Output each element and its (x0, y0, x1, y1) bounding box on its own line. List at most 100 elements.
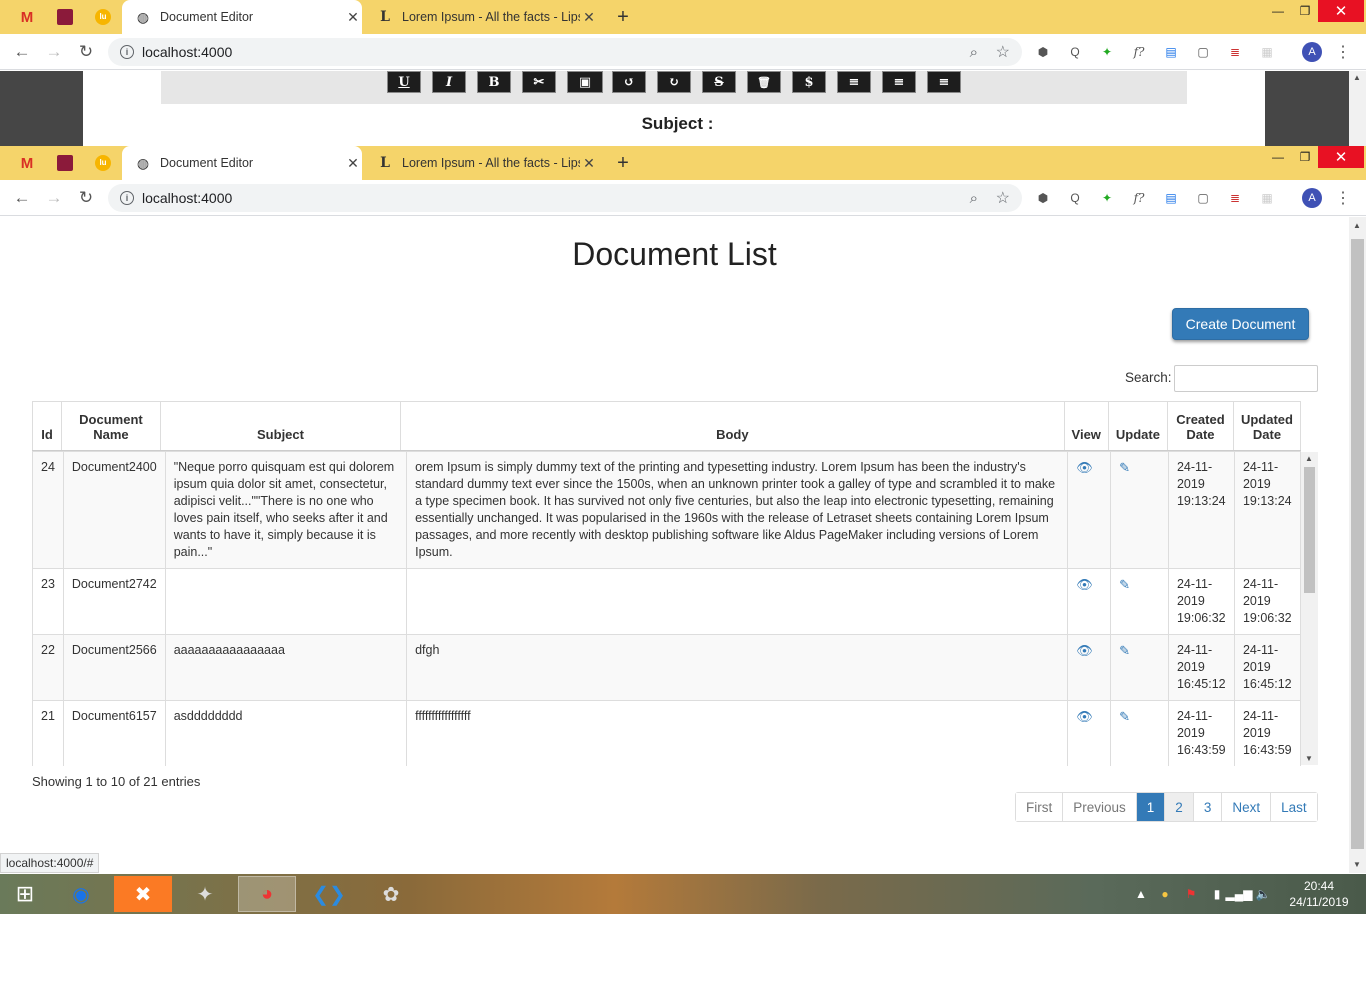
column-header-id[interactable]: Id (32, 401, 62, 452)
q-extension-icon[interactable]: Q (1066, 189, 1084, 207)
app-icon[interactable]: ✦ (176, 876, 234, 912)
gmail-icon[interactable]: M (8, 0, 46, 34)
xampp-icon[interactable]: ✖ (114, 876, 172, 912)
scroll-up-icon[interactable]: ▲ (1353, 221, 1361, 230)
new-tab-button[interactable]: + (608, 0, 638, 34)
strikethrough-button[interactable]: S (702, 71, 736, 93)
new-extension-icon[interactable]: ▤ (1162, 43, 1180, 61)
reload-icon[interactable]: ↻ (74, 40, 98, 64)
close-window-button[interactable]: ✕ (1318, 0, 1364, 22)
chrome-icon[interactable]: ◕ (238, 876, 296, 912)
forward-icon[interactable]: → (42, 186, 66, 210)
firefox-icon[interactable]: ◉ (52, 876, 110, 912)
new-extension-icon[interactable]: ▤ (1162, 189, 1180, 207)
back-icon[interactable]: ← (10, 186, 34, 210)
scroll-down-icon[interactable]: ▼ (1353, 860, 1361, 869)
bookmark-star-icon[interactable]: ☆ (996, 188, 1010, 208)
eye-icon[interactable]: 👁 (1076, 709, 1093, 724)
profile-avatar[interactable]: A (1302, 42, 1322, 62)
vscode-icon[interactable]: ❮❯ (300, 876, 358, 912)
page-last[interactable]: Last (1270, 793, 1317, 821)
color-extension-icon[interactable]: ✦ (1098, 43, 1116, 61)
column-header-update[interactable]: Update (1107, 401, 1168, 452)
list-extension-icon[interactable]: ≣ (1226, 189, 1244, 207)
tray-flag-icon[interactable]: ⚑ (1182, 884, 1200, 904)
pinned-app-icon[interactable] (46, 146, 84, 180)
image-button[interactable]: ▣ (567, 71, 603, 93)
address-bar[interactable]: i localhost:4000 ⌕ ☆ (108, 38, 1022, 66)
disabled-extension-icon[interactable]: ▦ (1258, 189, 1276, 207)
forward-icon[interactable]: → (42, 40, 66, 64)
maximize-button[interactable]: ❐ (1292, 146, 1318, 168)
column-header-document-name[interactable]: Document Name (60, 401, 161, 452)
page-next[interactable]: Next (1221, 793, 1271, 821)
volume-icon[interactable]: 🔈 (1254, 884, 1272, 904)
close-tab-icon[interactable]: ✕ (580, 9, 598, 26)
menu-kebab-icon[interactable]: ⋮ (1334, 189, 1352, 207)
close-tab-icon[interactable]: ✕ (344, 155, 362, 172)
column-header-view[interactable]: View (1063, 401, 1109, 452)
undo-button[interactable]: ↺ (612, 71, 646, 93)
redo-button[interactable]: ↻ (657, 71, 691, 93)
background-scrollbar[interactable]: ▲ (1349, 71, 1366, 146)
align-center-button[interactable]: ≡ (837, 71, 871, 93)
windows-start-icon[interactable]: ⊞ (0, 876, 50, 912)
reload-icon[interactable]: ↻ (74, 186, 98, 210)
eye-icon[interactable]: 👁 (1076, 643, 1093, 658)
back-icon[interactable]: ← (10, 40, 34, 64)
page-scrollbar[interactable]: ▲ ▼ (1349, 217, 1366, 873)
info-icon[interactable]: i (120, 45, 134, 59)
tab-document-editor[interactable]: ◍ Document Editor ✕ (122, 146, 362, 180)
menu-kebab-icon[interactable]: ⋮ (1334, 43, 1352, 61)
table-scrollbar[interactable]: ▲ ▼ (1301, 452, 1318, 765)
info-icon[interactable]: i (120, 191, 134, 205)
paint-icon[interactable]: ✿ (362, 876, 420, 912)
column-header-created-date[interactable]: Created Date (1166, 401, 1234, 452)
formula-extension-icon[interactable]: f? (1130, 189, 1148, 207)
pinned-lu-icon[interactable]: lu (84, 0, 122, 34)
reader-extension-icon[interactable]: ▢ (1194, 43, 1212, 61)
wifi-icon[interactable]: ▂▄▆ (1226, 884, 1253, 904)
page-1[interactable]: 1 (1135, 793, 1165, 821)
column-header-updated-date[interactable]: Updated Date (1232, 401, 1302, 452)
page-scroll-thumb[interactable] (1351, 239, 1364, 849)
underline-button[interactable]: U (387, 71, 421, 93)
eye-icon[interactable]: 👁 (1076, 460, 1093, 475)
delete-button[interactable]: 🗑 (747, 71, 781, 93)
cut-button[interactable]: ✂ (522, 71, 556, 93)
color-extension-icon[interactable]: ✦ (1098, 189, 1116, 207)
battery-icon[interactable]: ▮ (1208, 884, 1226, 904)
list-extension-icon[interactable]: ≣ (1226, 43, 1244, 61)
close-window-button[interactable]: ✕ (1318, 146, 1364, 168)
adblock-extension-icon[interactable]: ⬢ (1034, 43, 1052, 61)
save-button[interactable]: $ (792, 71, 826, 93)
zoom-icon[interactable]: ⌕ (970, 44, 978, 61)
italic-button[interactable]: I (432, 71, 466, 93)
pinned-app-icon[interactable] (46, 0, 84, 34)
page-3[interactable]: 3 (1192, 793, 1222, 821)
adblock-extension-icon[interactable]: ⬢ (1034, 189, 1052, 207)
edit-icon[interactable]: ✎ (1119, 709, 1130, 724)
reader-extension-icon[interactable]: ▢ (1194, 189, 1212, 207)
pinned-lu-icon[interactable]: lu (84, 146, 122, 180)
tab-document-editor[interactable]: ◍ Document Editor ✕ (122, 0, 362, 34)
edit-icon[interactable]: ✎ (1119, 577, 1130, 592)
scroll-down-icon[interactable]: ▼ (1305, 754, 1313, 763)
tab-lorem-ipsum[interactable]: L Lorem Ipsum - All the facts - Lips ✕ (364, 0, 598, 34)
close-tab-icon[interactable]: ✕ (344, 9, 362, 26)
edit-icon[interactable]: ✎ (1119, 643, 1130, 658)
tray-app-icon[interactable]: ● (1156, 884, 1174, 904)
table-body-scroll[interactable]: 24 Document2400 "Neque porro quisquam es… (32, 451, 1318, 766)
column-header-body[interactable]: Body (400, 401, 1065, 452)
search-input[interactable] (1174, 365, 1318, 392)
zoom-icon[interactable]: ⌕ (970, 190, 978, 207)
tray-expand-icon[interactable]: ▲ (1134, 884, 1148, 904)
profile-avatar[interactable]: A (1302, 188, 1322, 208)
taskbar-clock[interactable]: 20:44 24/11/2019 (1284, 878, 1354, 910)
page-2[interactable]: 2 (1164, 793, 1193, 821)
close-tab-icon[interactable]: ✕ (580, 155, 598, 172)
maximize-button[interactable]: ❐ (1292, 0, 1318, 22)
address-bar[interactable]: i localhost:4000 ⌕ ☆ (108, 184, 1022, 212)
tab-lorem-ipsum[interactable]: L Lorem Ipsum - All the facts - Lips ✕ (364, 146, 598, 180)
disabled-extension-icon[interactable]: ▦ (1258, 43, 1276, 61)
